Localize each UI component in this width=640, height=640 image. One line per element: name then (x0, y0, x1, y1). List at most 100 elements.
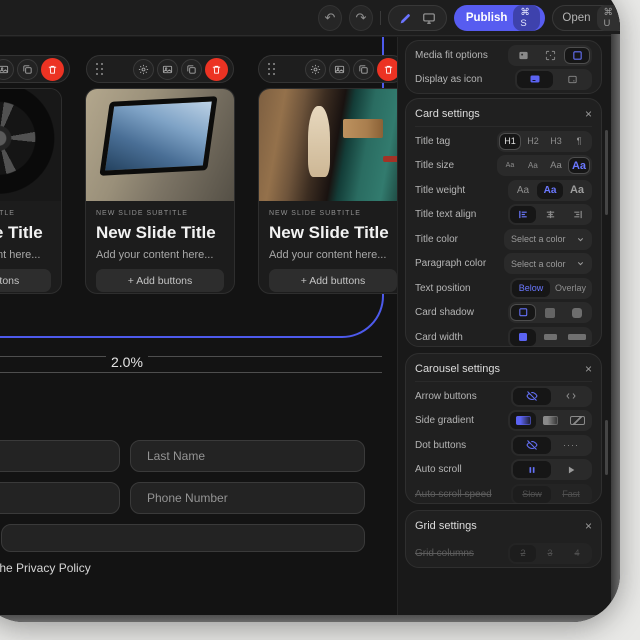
phone-field[interactable]: Phone Number (130, 482, 365, 514)
slide-toolbar-3 (258, 55, 397, 83)
title-size-sm[interactable]: Aa (522, 157, 544, 174)
pause-icon[interactable] (513, 461, 551, 479)
media-fit-fill-icon[interactable] (510, 47, 536, 64)
width-medium-icon[interactable] (537, 329, 563, 346)
display-icon-off-icon[interactable] (554, 71, 590, 88)
align-right-icon[interactable] (564, 206, 590, 223)
slide-media-button[interactable] (157, 58, 178, 80)
arrow-buttons-row: Arrow buttons (415, 384, 592, 409)
add-buttons-button[interactable]: + Add buttons (96, 269, 224, 292)
title-size-md[interactable]: Aa (545, 157, 567, 174)
speed-slow[interactable]: Slow (513, 485, 551, 503)
slide-subtitle[interactable]: NEW SLIDE SUBTITLE (0, 210, 51, 217)
preview-display-icon[interactable] (422, 11, 436, 25)
privacy-policy-text[interactable]: the Privacy Policy (0, 561, 91, 575)
undo-button[interactable]: ↶ (318, 5, 342, 31)
slide-title[interactable]: New Slide Title (96, 223, 224, 243)
slide-subtitle[interactable]: NEW SLIDE SUBTITLE (269, 210, 397, 217)
arrows-hidden-eye-off-icon[interactable] (513, 387, 551, 405)
grid-columns-3[interactable]: 3 (537, 545, 563, 562)
slide-settings-button[interactable] (133, 58, 154, 80)
panel-scrollbar-thumb[interactable] (605, 420, 608, 475)
slide-card-1[interactable]: NEW SLIDE SUBTITLE New Slide Title Add y… (0, 88, 62, 294)
card-width-row: Card width (415, 325, 592, 346)
publish-button[interactable]: Publish ⌘ S (453, 5, 546, 31)
card-shadow-row: Card shadow (415, 301, 592, 326)
title-weight-light[interactable]: Aa (510, 182, 536, 199)
slide-delete-button[interactable] (41, 57, 64, 81)
slide-duplicate-button[interactable] (353, 58, 374, 80)
width-large-icon[interactable] (564, 329, 590, 346)
speed-fast[interactable]: Fast (552, 486, 590, 503)
slide-text[interactable]: Add your content here... (96, 249, 224, 261)
close-icon[interactable]: × (585, 108, 592, 120)
display-icon-on-icon[interactable] (517, 70, 553, 88)
horizontal-scrollbar[interactable] (0, 615, 620, 622)
undo-icon: ↶ (324, 10, 336, 25)
gradient-soft-icon[interactable] (537, 412, 563, 429)
slide-title[interactable]: New Slide Title (269, 223, 397, 243)
width-small-icon[interactable] (510, 328, 536, 346)
media-fit-frame-icon[interactable] (564, 46, 590, 64)
arrows-visible-icon[interactable] (552, 388, 590, 405)
shadow-none-icon[interactable] (510, 304, 536, 322)
paragraph-color-dropdown[interactable]: Select a color (504, 253, 592, 275)
open-button[interactable]: Open ⌘ U (552, 5, 620, 31)
shadow-strong-icon[interactable] (564, 304, 590, 321)
grid-columns-4[interactable]: 4 (564, 545, 590, 562)
title-tag-h1[interactable]: H1 (499, 132, 521, 150)
side-gradient-segment (508, 410, 592, 432)
last-name-field[interactable]: Last Name (130, 440, 365, 472)
dot-buttons-segment: ···· (511, 434, 592, 456)
title-align-segment (508, 204, 592, 226)
grid-columns-2[interactable]: 2 (510, 544, 536, 562)
text-position-overlay[interactable]: Overlay (551, 280, 590, 297)
drag-handle-icon[interactable] (96, 63, 104, 75)
ticker-value[interactable]: 2.0% (106, 354, 148, 370)
title-weight-bold[interactable]: Aa (564, 182, 590, 199)
close-icon[interactable]: × (585, 520, 592, 532)
slide-title[interactable]: New Slide Title (0, 223, 51, 243)
title-color-dropdown[interactable]: Select a color (504, 228, 592, 250)
last-name-placeholder: Last Name (147, 449, 206, 463)
slide-text[interactable]: Add your content here... (269, 249, 397, 261)
slide-media-button[interactable] (0, 58, 14, 80)
slide-media-button[interactable] (329, 58, 350, 80)
message-field[interactable] (1, 524, 365, 552)
dots-visible-icon[interactable]: ···· (552, 437, 590, 454)
gradient-on-icon[interactable] (510, 412, 536, 430)
dots-hidden-eye-off-icon[interactable] (513, 436, 551, 454)
align-center-icon[interactable] (537, 206, 563, 223)
drag-handle-icon[interactable] (268, 63, 276, 75)
slide-duplicate-button[interactable] (181, 58, 202, 80)
slide-settings-button[interactable] (305, 58, 326, 80)
add-buttons-button[interactable]: + Add buttons (0, 269, 51, 292)
play-icon[interactable] (552, 461, 590, 478)
title-tag-h2[interactable]: H2 (522, 133, 544, 150)
slide-delete-button[interactable] (377, 57, 397, 81)
shadow-soft-icon[interactable] (537, 304, 563, 321)
first-name-field[interactable] (0, 440, 120, 472)
email-field[interactable] (0, 482, 120, 514)
title-size-lg[interactable]: Aa (567, 157, 590, 175)
title-tag-h3[interactable]: H3 (545, 133, 567, 150)
slide-card-2[interactable]: NEW SLIDE SUBTITLE New Slide Title Add y… (85, 88, 235, 294)
slide-delete-button[interactable] (205, 57, 228, 81)
add-buttons-button[interactable]: + Add buttons (269, 269, 397, 292)
slide-card-3[interactable]: NEW SLIDE SUBTITLE New Slide Title Add y… (258, 88, 397, 294)
slide-subtitle[interactable]: NEW SLIDE SUBTITLE (96, 210, 224, 217)
slide-duplicate-button[interactable] (17, 58, 38, 80)
redo-button[interactable]: ↷ (348, 5, 373, 31)
slide-text[interactable]: Add your content here... (0, 249, 51, 261)
title-size-xs[interactable]: Aa (499, 157, 521, 174)
text-position-below[interactable]: Below (511, 279, 550, 297)
close-icon[interactable]: × (585, 363, 592, 375)
align-left-icon[interactable] (510, 206, 536, 224)
title-tag-paragraph[interactable]: ¶ (568, 133, 590, 150)
media-fit-fit-icon[interactable] (537, 47, 563, 64)
panel-scrollbar-thumb[interactable] (605, 130, 608, 215)
editor-canvas[interactable]: NEW SLIDE SUBTITLE New Slide Title Add y… (0, 37, 397, 615)
gradient-off-icon[interactable] (564, 412, 590, 429)
title-weight-medium[interactable]: Aa (537, 181, 563, 199)
edit-pen-icon[interactable] (399, 12, 412, 25)
